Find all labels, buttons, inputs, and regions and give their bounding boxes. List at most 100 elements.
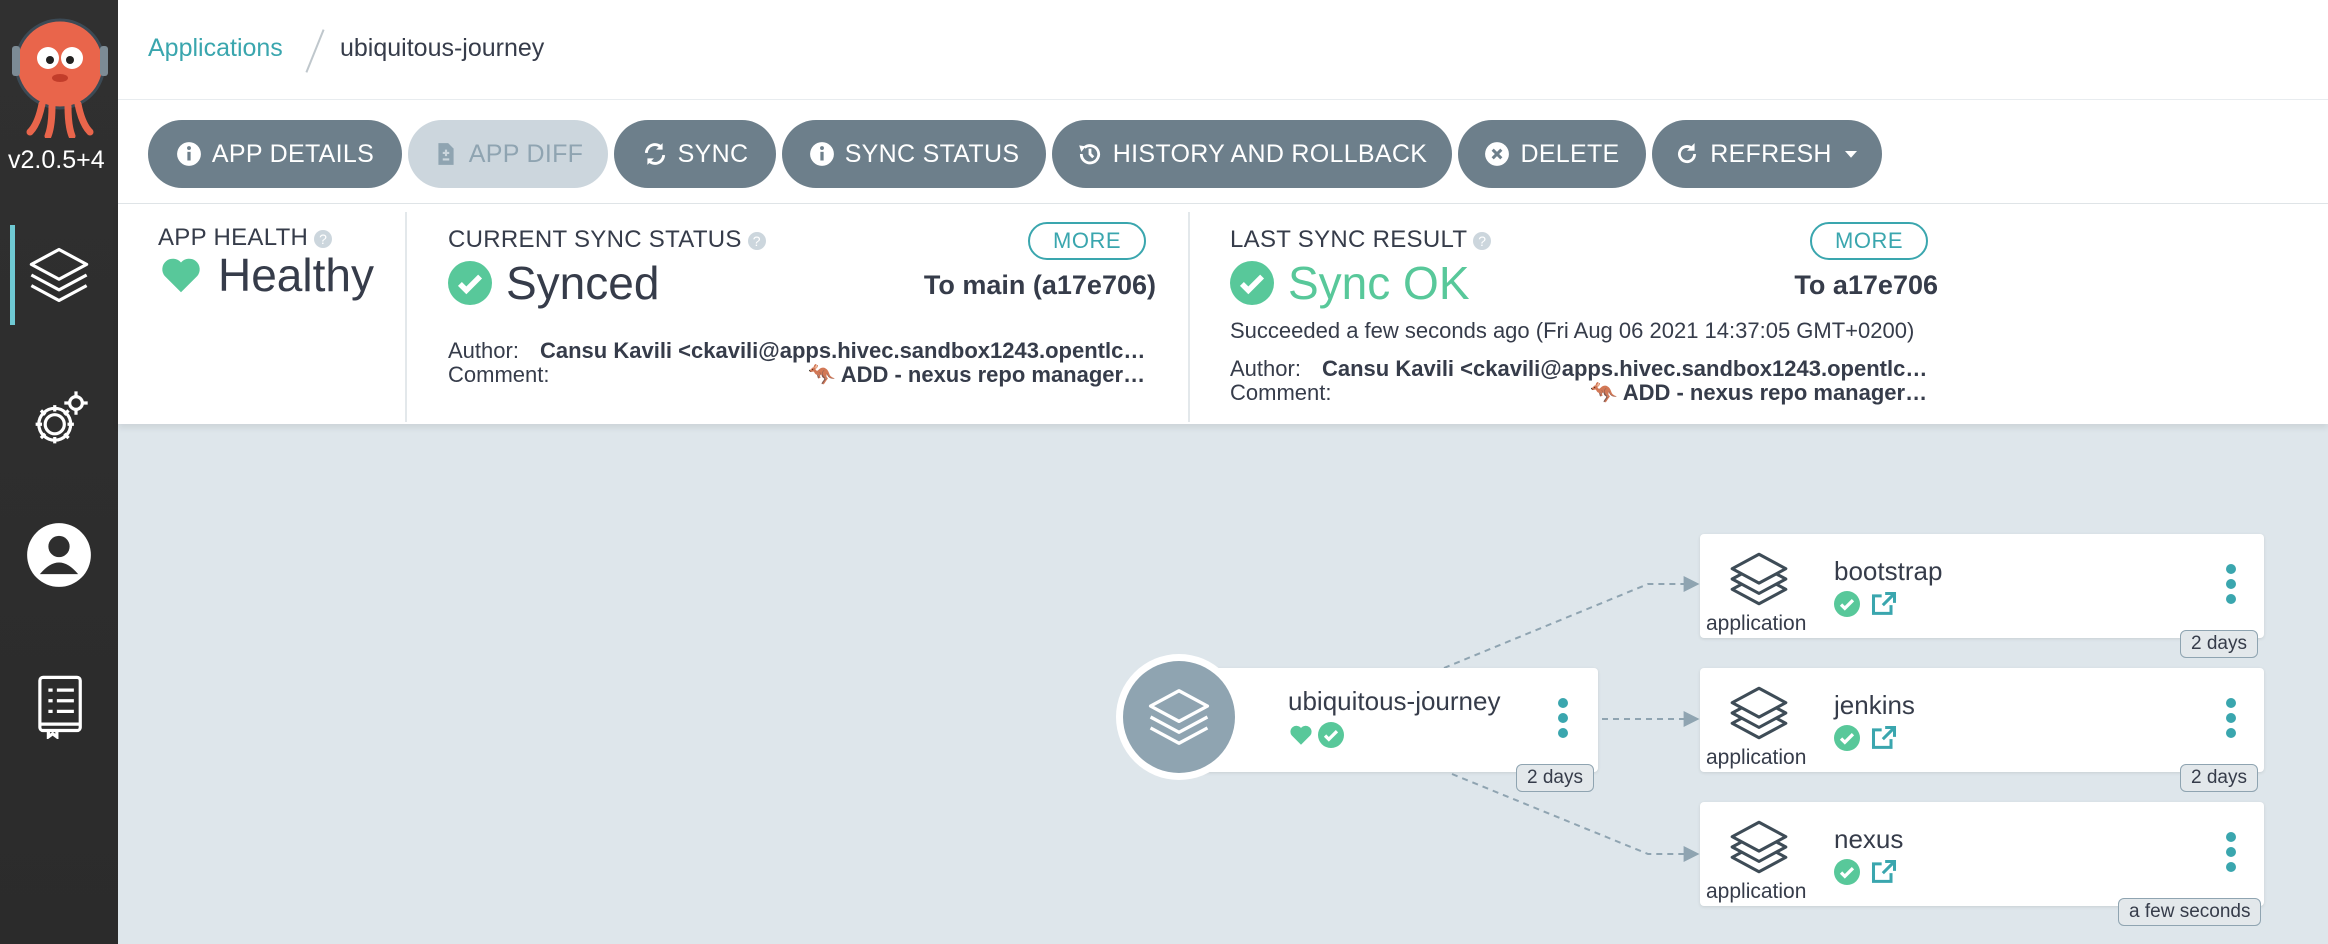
current-sync-revision[interactable]: To main (a17e706) [924,270,1156,301]
child-age-badge: a few seconds [2118,898,2262,926]
heart-icon [1290,725,1312,745]
root-app-icon[interactable] [1116,654,1242,780]
breadcrumb-current: ubiquitous-journey [340,34,545,62]
nav-user-info[interactable] [0,505,118,605]
sync-label: SYNC [677,139,749,168]
current-author-value: Cansu Kavili <ckavili@apps.hivec.sandbox… [540,338,1148,363]
help-icon[interactable]: ? [747,231,766,250]
gears-icon [35,391,88,444]
external-link-icon[interactable] [1870,858,1898,886]
status-panel: APP HEALTH? Healthy CURRENT SYNC STATUS?… [118,204,2328,424]
sidebar: v2.0.5+4 [0,0,118,944]
current-comment-label: Comment: [448,362,550,387]
sync-button[interactable]: SYNC [614,120,776,188]
delete-label: DELETE [1520,139,1620,168]
history-icon [1078,144,1100,165]
user-icon [27,523,91,587]
app-diff-label: APP DIFF [468,139,584,168]
help-icon[interactable]: ? [1473,231,1492,250]
nav-docs[interactable] [0,655,118,755]
current-comment-value: 🦘 ADD - nexus repo manager 🦘 [808,362,1148,387]
last-author-value: Cansu Kavili <ckavili@apps.hivec.sandbox… [1322,356,1930,381]
divider [405,212,407,422]
sync-status-label: SYNC STATUS [844,139,1020,168]
version-label: v2.0.5+4 [8,146,105,174]
root-app-name: ubiquitous-journey [1288,686,1501,716]
check-circle-icon [448,261,492,305]
child-status-icons [1834,858,1898,886]
child-menu-button[interactable] [2226,564,2238,609]
nav-settings[interactable] [0,370,118,470]
child-menu-button[interactable] [2226,832,2238,877]
resource-tree: ubiquitous-journey 2 days application bo… [118,424,2328,944]
check-circle-icon [1834,725,1860,751]
argo-logo[interactable] [12,18,108,140]
last-sync-revision[interactable]: To a17e706 [1794,270,1938,301]
breadcrumb-applications[interactable]: Applications [148,34,283,63]
last-comment-value: 🦘 ADD - nexus repo manager 🦘 [1590,380,1930,405]
child-kind: application [1706,746,1807,769]
child-age-badge: 2 days [2180,630,2258,658]
root-status-icons [1288,722,1344,748]
layers-icon [1730,686,1788,740]
heart-icon [162,258,200,293]
check-circle-icon [1834,591,1860,617]
root-menu-button[interactable] [1558,698,1570,743]
app-details-button[interactable]: APP DETAILS [148,120,402,188]
history-rollback-label: HISTORY AND ROLLBACK [1112,139,1428,168]
root-app-node[interactable]: ubiquitous-journey [1198,668,1598,772]
current-sync-more-button[interactable]: MORE [1028,222,1146,260]
last-sync-value: Sync OK [1230,256,1470,310]
delete-button[interactable]: DELETE [1458,120,1646,188]
last-comment-label: Comment: [1230,380,1332,405]
child-name: bootstrap [1834,556,1943,586]
docs-icon [38,675,82,739]
last-sync-more-button[interactable]: MORE [1810,222,1928,260]
edge-bootstrap [1443,576,1700,669]
child-status-icons [1834,590,1898,618]
help-icon[interactable]: ? [314,229,333,248]
current-sync-label: CURRENT SYNC STATUS? [448,226,766,254]
check-circle-icon [1230,261,1274,305]
current-sync-value: Synced [448,256,659,310]
child-menu-button[interactable] [2226,698,2238,743]
refresh-icon [1678,143,1697,164]
external-link-icon[interactable] [1870,724,1898,752]
refresh-label: REFRESH [1710,139,1832,168]
divider [1188,212,1190,422]
app-health-value: Healthy [158,248,374,302]
sync-status-button[interactable]: SYNC STATUS [782,120,1046,188]
child-node-bootstrap[interactable]: application bootstrap [1700,534,2264,638]
refresh-button[interactable]: REFRESH [1652,120,1882,188]
last-sync-succeeded: Succeeded a few seconds ago (Fri Aug 06 … [1230,318,1915,343]
child-status-icons [1834,724,1898,752]
layers-icon [1730,820,1788,874]
layers-icon [29,247,89,303]
history-rollback-button[interactable]: HISTORY AND ROLLBACK [1052,120,1452,188]
app-diff-button[interactable]: APP DIFF [408,120,608,188]
top-bar: Applications ubiquitous-journey [118,0,2328,100]
root-age-badge: 2 days [1516,764,1594,792]
toolbar: APP DETAILS APP DIFF SYNC SYNC STATUS HI… [118,100,2328,204]
sync-icon [644,143,665,165]
layers-icon [1730,552,1788,606]
caret-down-icon [1844,151,1857,158]
breadcrumb-separator [305,29,325,73]
external-link-icon[interactable] [1870,590,1898,618]
info-icon [176,142,201,166]
child-name: jenkins [1834,690,1915,720]
child-name: nexus [1834,824,1904,854]
child-kind: application [1706,612,1807,635]
layers-icon [1148,689,1210,745]
info-icon [809,142,834,166]
close-circle-icon [1485,142,1510,166]
child-kind: application [1706,880,1807,903]
current-author-label: Author: [448,338,519,363]
child-node-jenkins[interactable]: application jenkins [1700,668,2264,772]
nav-applications[interactable] [0,225,118,325]
app-details-label: APP DETAILS [211,139,375,168]
child-age-badge: 2 days [2180,764,2258,792]
last-author-label: Author: [1230,356,1301,381]
check-circle-icon [1318,722,1344,748]
child-node-nexus[interactable]: application nexus [1700,802,2264,906]
